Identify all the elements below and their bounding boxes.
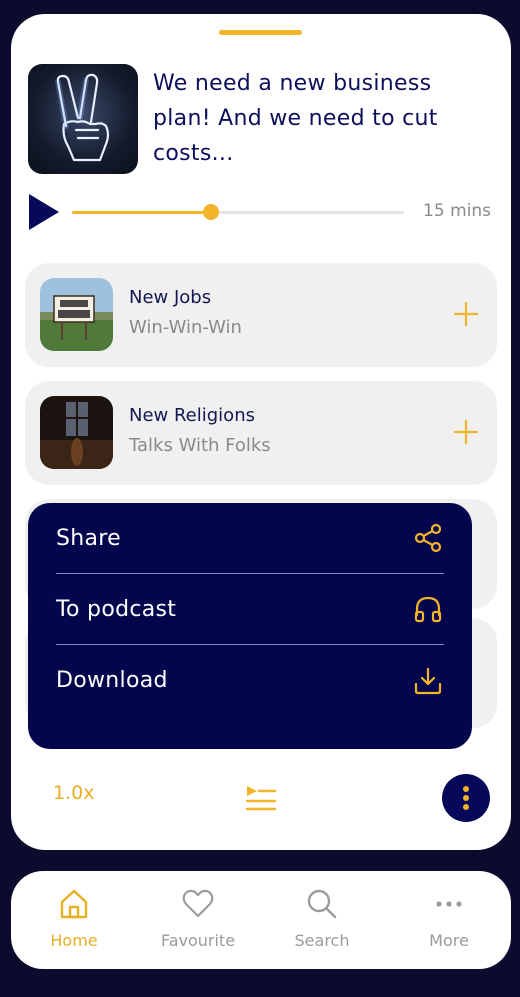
playback-speed[interactable]: 1.0x [53,782,94,804]
headphones-icon [414,596,442,623]
queue-item[interactable]: New Jobs Win-Win-Win [25,263,497,367]
context-menu: Share To podcast Download [28,503,472,749]
share-icon [414,523,442,553]
queue-item[interactable]: New Religions Talks With Folks [25,381,497,485]
peace-hand-neon-icon [55,73,110,162]
download-icon [414,667,442,694]
progress-knob[interactable] [203,204,220,220]
now-hiring-sign-icon [40,278,113,351]
queue-list-icon[interactable] [245,784,277,812]
queue-item-thumbnail [40,396,113,469]
episode-duration: 15 mins [423,201,491,221]
more-horizontal-icon [436,901,462,907]
more-vertical-icon [463,786,469,810]
queue-item-subtitle: Talks With Folks [129,435,271,456]
episode-cover-art [28,64,138,174]
church-interior-icon [40,396,113,469]
menu-item-share[interactable]: Share [56,503,444,574]
home-icon [60,889,88,919]
menu-item-download[interactable]: Download [56,645,444,716]
tab-favourite[interactable]: Favourite [143,887,253,950]
play-icon[interactable] [29,194,59,230]
menu-item-label: To podcast [56,596,177,622]
tab-label: Home [50,931,98,950]
queue-item-title: New Jobs [129,287,212,308]
heart-icon [182,889,214,918]
menu-item-label: Download [56,668,168,693]
bottom-tab-bar: Home Favourite Search More [11,871,511,969]
progress-fill [72,211,212,214]
tab-label: Search [294,931,350,950]
add-icon[interactable] [453,301,479,327]
queue-item-subtitle: Win-Win-Win [129,317,242,338]
tab-more[interactable]: More [394,887,504,950]
tab-label: More [429,931,469,950]
tab-label: Favourite [160,931,236,950]
add-icon[interactable] [453,419,479,445]
search-icon [307,889,337,919]
more-options-button[interactable] [442,774,490,822]
progress-slider[interactable] [72,204,404,220]
tab-home[interactable]: Home [19,887,129,950]
tab-search[interactable]: Search [267,887,377,950]
queue-item-thumbnail [40,278,113,351]
menu-item-label: Share [56,525,121,551]
sheet-drag-handle[interactable] [219,30,302,35]
queue-item-title: New Religions [129,405,255,426]
menu-item-to-podcast[interactable]: To podcast [56,574,444,645]
episode-title: We need a new business plan! And we need… [153,71,438,166]
